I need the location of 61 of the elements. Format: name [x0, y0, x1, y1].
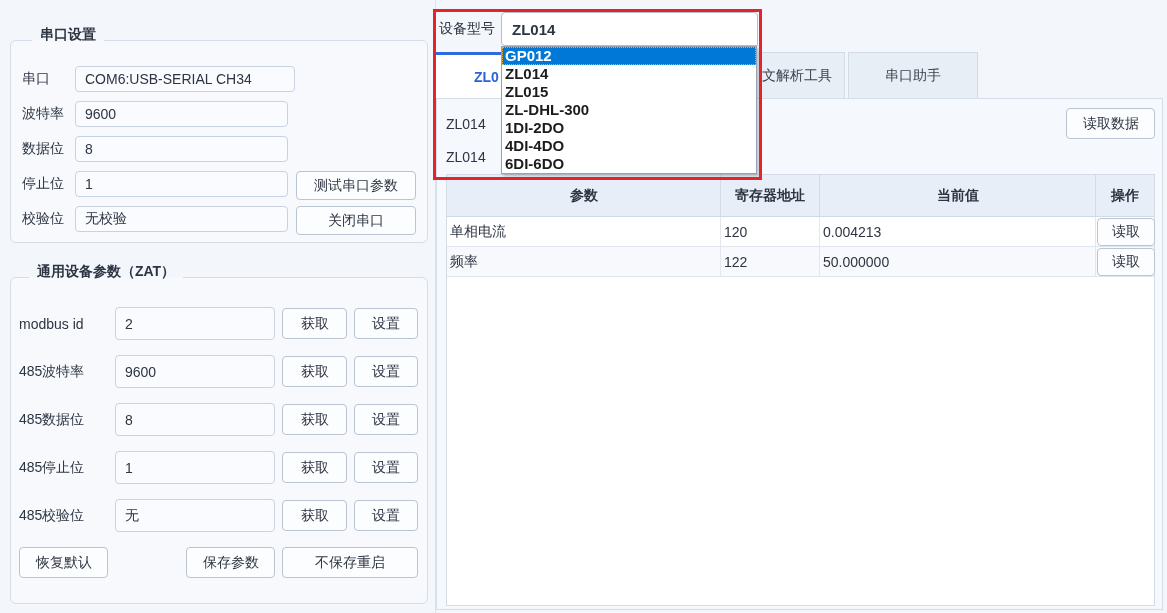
- dropdown-option[interactable]: GP012: [502, 47, 756, 65]
- column-header: 参数: [447, 175, 721, 216]
- field-label: 设备型号: [439, 20, 495, 38]
- get-button[interactable]: 获取: [282, 452, 347, 483]
- text-field[interactable]: 8: [115, 403, 275, 436]
- field-label: 485波特率: [19, 362, 85, 381]
- field-label: 停止位: [22, 175, 64, 193]
- footer-button[interactable]: 恢复默认: [19, 547, 108, 578]
- group-title: 通用设备参数（ZAT）: [37, 263, 176, 279]
- dropdown-option[interactable]: ZL-DHL-300: [502, 101, 756, 119]
- text-field[interactable]: 无: [115, 499, 275, 532]
- tab[interactable]: 串口助手: [848, 52, 978, 98]
- panel-text: ZL014: [446, 148, 486, 165]
- column-header: 当前值: [820, 175, 1096, 216]
- table-cell: 单相电流: [447, 217, 721, 246]
- text-field[interactable]: 9600: [75, 101, 288, 127]
- footer-button[interactable]: 不保存重启: [282, 547, 418, 578]
- set-button[interactable]: 设置: [354, 500, 418, 531]
- model-combobox[interactable]: ZL014: [501, 12, 758, 46]
- table-cell: 120: [721, 217, 820, 246]
- set-button[interactable]: 设置: [354, 356, 418, 387]
- field-label: modbus id: [19, 315, 84, 332]
- field-label: 波特率: [22, 105, 64, 123]
- table-cell: 50.000000: [820, 247, 1096, 276]
- table-cell: 0.004213: [820, 217, 1096, 246]
- table-cell: 122: [721, 247, 820, 276]
- text-field[interactable]: 1: [75, 171, 288, 197]
- get-button[interactable]: 获取: [282, 356, 347, 387]
- set-button[interactable]: 设置: [354, 404, 418, 435]
- group-title: 串口设置: [40, 26, 96, 42]
- port-button[interactable]: 关闭串口: [296, 206, 416, 235]
- get-button[interactable]: 获取: [282, 500, 347, 531]
- column-header: 寄存器地址: [721, 175, 820, 216]
- set-button[interactable]: 设置: [354, 452, 418, 483]
- read-button[interactable]: 读取: [1097, 248, 1155, 276]
- text-field[interactable]: 2: [115, 307, 275, 340]
- text-field[interactable]: 9600: [115, 355, 275, 388]
- text-field[interactable]: 1: [115, 451, 275, 484]
- field-label: 校验位: [22, 210, 64, 228]
- dropdown-option[interactable]: 4DI-4DO: [502, 137, 756, 155]
- column-header: 操作: [1110, 185, 1140, 205]
- table-cell: 频率: [447, 247, 721, 276]
- read-button[interactable]: 读取: [1097, 218, 1155, 246]
- read-data-button[interactable]: 读取数据: [1066, 108, 1155, 139]
- tab[interactable]: 文解析工具: [758, 52, 845, 98]
- dropdown-option[interactable]: 6DI-6DO: [502, 155, 756, 173]
- dropdown-option[interactable]: 1DI-2DO: [502, 119, 756, 137]
- field-label: 485校验位: [19, 506, 85, 525]
- text-field[interactable]: 无校验: [75, 206, 288, 232]
- panel-text: ZL014: [446, 115, 486, 132]
- get-button[interactable]: 获取: [282, 308, 347, 339]
- field-label: 485数据位: [19, 410, 85, 429]
- port-combobox[interactable]: COM6:USB-SERIAL CH34: [75, 66, 295, 92]
- text-field[interactable]: 8: [75, 136, 288, 162]
- get-button[interactable]: 获取: [282, 404, 347, 435]
- field-label: 串口: [22, 70, 50, 88]
- port-button[interactable]: 测试串口参数: [296, 171, 416, 200]
- field-label: 数据位: [22, 140, 64, 158]
- set-button[interactable]: 设置: [354, 308, 418, 339]
- footer-button[interactable]: 保存参数: [186, 547, 275, 578]
- field-label: 485停止位: [19, 458, 85, 477]
